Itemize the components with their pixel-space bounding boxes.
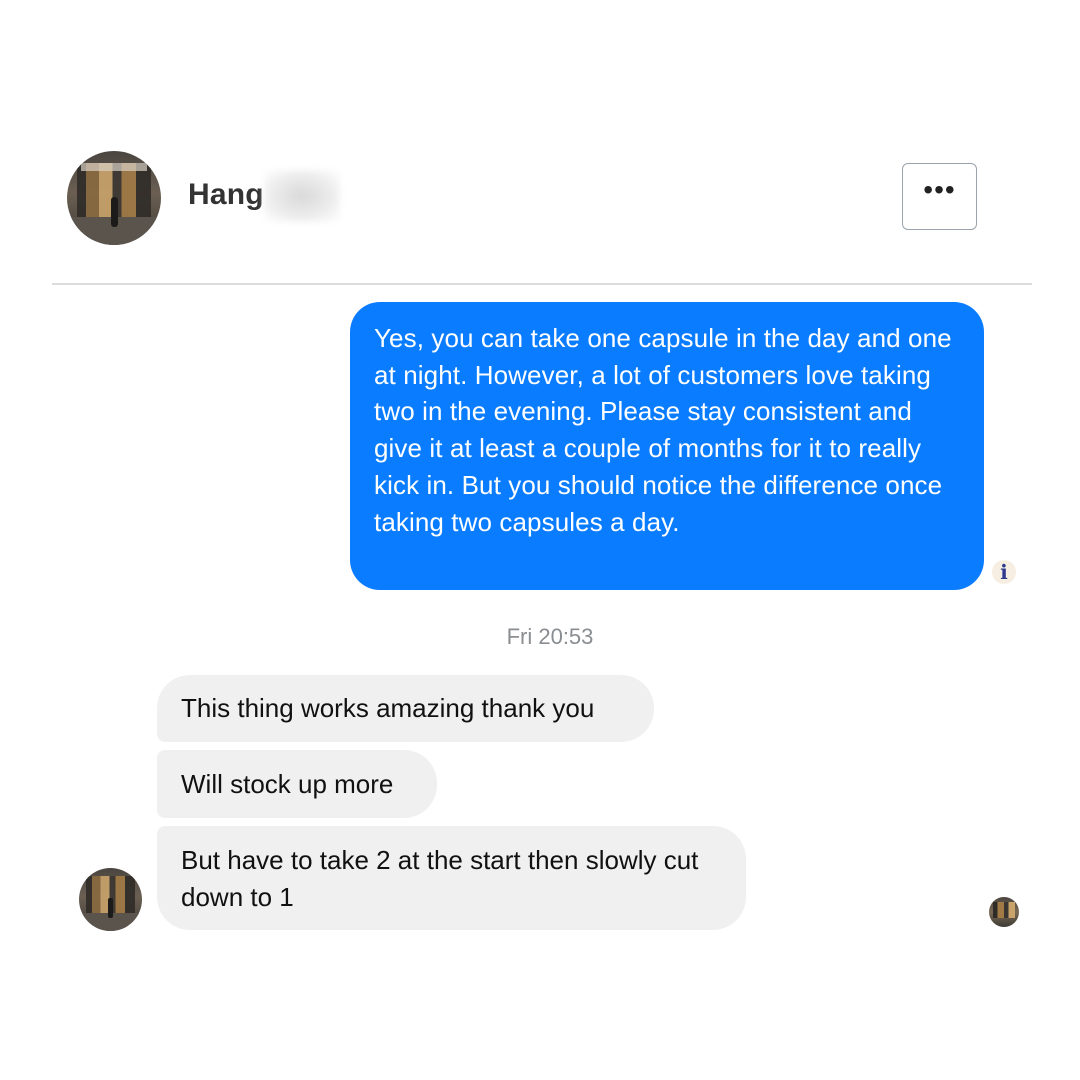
incoming-message-bubble[interactable]: Will stock up more [157, 750, 437, 818]
read-receipt-avatar [989, 897, 1019, 927]
sender-avatar[interactable] [79, 868, 142, 931]
outgoing-message-text: Yes, you can take one capsule in the day… [374, 323, 952, 537]
seen-indicator-icon: ℹ [992, 560, 1016, 584]
more-horizontal-icon: ••• [923, 173, 956, 205]
outgoing-message-bubble[interactable]: Yes, you can take one capsule in the day… [350, 302, 984, 590]
incoming-message-bubble[interactable]: But have to take 2 at the start then slo… [157, 826, 746, 930]
contact-avatar[interactable] [67, 151, 161, 245]
avatar-photo-storefront [993, 902, 1015, 918]
contact-name[interactable]: Hang [188, 178, 264, 212]
message-timestamp: Fri 20:53 [506, 624, 594, 649]
more-options-button[interactable]: ••• [902, 163, 977, 230]
avatar-photo-sign [81, 163, 147, 171]
incoming-message-text: This thing works amazing thank you [181, 693, 595, 724]
header-divider [52, 283, 1032, 285]
incoming-message-bubble[interactable]: This thing works amazing thank you [157, 675, 654, 742]
redacted-surname [264, 170, 340, 222]
seen-glyph: ℹ [1000, 561, 1008, 584]
avatar-photo-person [111, 197, 118, 227]
incoming-message-text: Will stock up more [181, 768, 394, 799]
incoming-message-text: But have to take 2 at the start then slo… [181, 845, 699, 912]
avatar-photo-person [108, 898, 113, 918]
